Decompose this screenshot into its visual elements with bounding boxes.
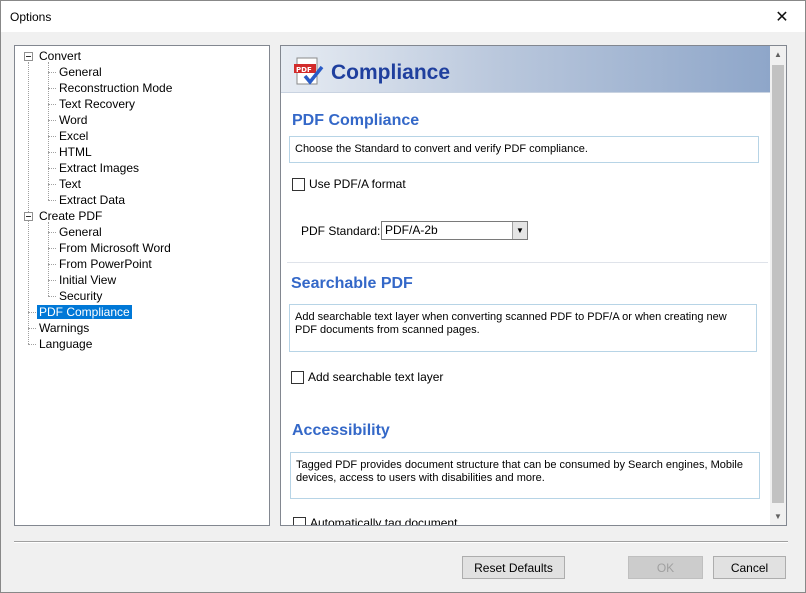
tree-item-create-pdf[interactable]: Create PDF [37, 209, 104, 223]
compliance-banner: PDF Compliance [281, 46, 771, 93]
tree-connector [48, 222, 49, 296]
tree-connector [48, 88, 56, 89]
searchable-layer-checkbox[interactable] [291, 370, 304, 384]
use-pdfa-label: Use PDF/A format [309, 177, 406, 191]
tree-connector [28, 62, 29, 344]
close-button[interactable]: ✕ [759, 1, 805, 32]
auto-tag-checkbox[interactable] [293, 516, 306, 525]
window-title: Options [10, 10, 52, 24]
scroll-thumb[interactable] [772, 65, 784, 503]
collapse-create-pdf-icon[interactable] [24, 212, 33, 221]
reset-defaults-button[interactable]: Reset Defaults [462, 556, 565, 579]
collapse-convert-icon[interactable] [24, 52, 33, 61]
tree-connector [48, 296, 56, 297]
auto-tag-label: Automatically tag document [310, 516, 458, 526]
tree-connector [48, 184, 56, 185]
tree-item-from-powerpoint[interactable]: From PowerPoint [57, 257, 154, 271]
tree-connector [28, 328, 36, 329]
searchable-layer-checkbox-row[interactable]: Add searchable text layer [291, 370, 443, 384]
tree-connector [48, 232, 56, 233]
scroll-up-icon[interactable]: ▲ [770, 46, 786, 63]
tree-item-from-microsoft-word[interactable]: From Microsoft Word [57, 241, 173, 255]
use-pdfa-checkbox[interactable] [292, 177, 305, 191]
tree-item-convert[interactable]: Convert [37, 49, 83, 63]
tree-item-security[interactable]: Security [57, 289, 104, 303]
content-panel: PDF Compliance PDF Compliance Choose the… [280, 45, 787, 526]
pdf-standard-select[interactable]: PDF/A-2b ▼ [381, 221, 528, 240]
tree-item-text[interactable]: Text [57, 177, 83, 191]
pdf-standard-value: PDF/A-2b [385, 223, 438, 237]
tree-connector [48, 280, 56, 281]
content-scrollbar[interactable]: ▲ ▼ [770, 46, 786, 525]
tree-item-initial-view[interactable]: Initial View [57, 273, 118, 287]
tree-connector [48, 120, 56, 121]
tree-item-html[interactable]: HTML [57, 145, 94, 159]
tree-item-language[interactable]: Language [37, 337, 94, 351]
banner-title: Compliance [331, 61, 451, 84]
chevron-down-icon[interactable]: ▼ [512, 222, 527, 239]
searchable-layer-label: Add searchable text layer [308, 370, 444, 384]
pdf-compliance-heading: PDF Compliance [292, 112, 420, 129]
tree-connector [48, 104, 56, 105]
tree-item-warnings[interactable]: Warnings [37, 321, 91, 335]
ok-button[interactable]: OK [628, 556, 703, 579]
scroll-down-icon[interactable]: ▼ [770, 508, 786, 525]
tree-item-pdf-compliance[interactable]: PDF Compliance [37, 305, 132, 319]
tree-connector [48, 152, 56, 153]
pdf-standard-label: PDF Standard: [301, 224, 381, 238]
tree-item-extract-images[interactable]: Extract Images [57, 161, 141, 175]
use-pdfa-checkbox-row[interactable]: Use PDF/A format [292, 177, 406, 191]
searchable-pdf-heading: Searchable PDF [291, 275, 413, 292]
tree-connector [48, 72, 56, 73]
tree-item-excel[interactable]: Excel [57, 129, 90, 143]
accessibility-heading: Accessibility [292, 422, 390, 439]
accessibility-description: Tagged PDF provides document structure t… [290, 452, 760, 499]
tree-connector [28, 312, 36, 313]
title-bar: Options ✕ [1, 1, 805, 32]
options-tree[interactable]: Convert General Reconstruction Mode Text Re… [14, 45, 270, 526]
cancel-button[interactable]: Cancel [713, 556, 786, 579]
tree-connector [48, 248, 56, 249]
svg-text:PDF: PDF [296, 66, 312, 74]
pdf-check-icon: PDF [294, 57, 324, 85]
tree-item-reconstruction-mode[interactable]: Reconstruction Mode [57, 81, 174, 95]
tree-connector [48, 200, 56, 201]
tree-item-general[interactable]: General [57, 225, 104, 239]
tree-connector [28, 344, 36, 345]
tree-item-word[interactable]: Word [57, 113, 89, 127]
section-divider [287, 262, 768, 263]
auto-tag-checkbox-row[interactable]: Automatically tag document [293, 516, 458, 526]
pdf-compliance-description: Choose the Standard to convert and verif… [289, 136, 759, 163]
searchable-pdf-description: Add searchable text layer when convertin… [289, 304, 757, 352]
tree-connector [48, 62, 49, 200]
tree-connector [48, 168, 56, 169]
footer-divider [14, 541, 788, 543]
options-dialog: Options ✕ Convert General Reconstruction M… [0, 0, 806, 593]
tree-item-general[interactable]: General [57, 65, 104, 79]
tree-item-text-recovery[interactable]: Text Recovery [57, 97, 137, 111]
tree-connector [48, 136, 56, 137]
tree-item-extract-data[interactable]: Extract Data [57, 193, 127, 207]
tree-connector [48, 264, 56, 265]
close-icon: ✕ [775, 8, 789, 26]
